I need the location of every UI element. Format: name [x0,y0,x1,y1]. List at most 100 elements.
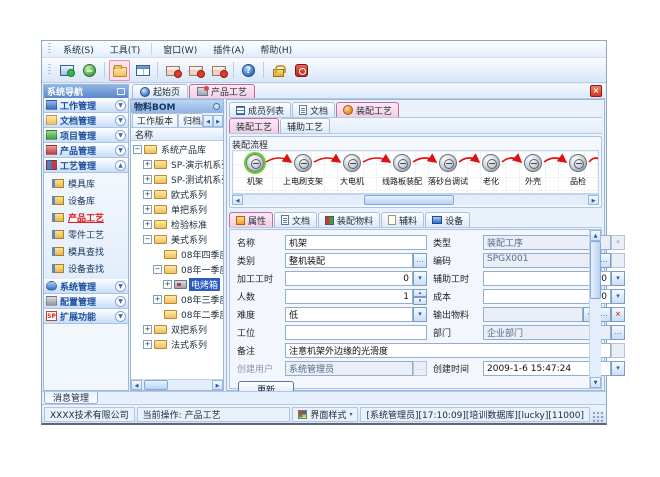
scroll-left-icon[interactable]: ◀ [131,380,142,390]
sidebar-item-product-process[interactable]: 产品工艺 [44,209,128,226]
menu-help[interactable]: 帮助(H) [252,41,300,58]
create-time-dropdown-icon[interactable]: ▾ [611,361,625,376]
resize-grip[interactable] [592,411,604,423]
collapse-icon[interactable]: − [143,235,152,244]
sidebar-section-extension[interactable]: SP扩展功能▼ [44,309,128,324]
pin-window-icon[interactable] [117,88,125,95]
tab-assembly-material[interactable]: 装配物料 [318,212,380,227]
flow-node[interactable]: 品检 [546,154,599,187]
sidebar-section-product[interactable]: 产品管理▼ [44,143,128,158]
tree-node[interactable]: −08年一季度 [131,262,223,277]
help-button[interactable]: ? [238,60,259,81]
subtab-auxiliary-process[interactable]: 辅助工艺 [280,118,330,133]
category-picker-button[interactable]: … [413,253,427,268]
tree-node[interactable]: +单把系列 [131,202,223,217]
work-hours-field[interactable] [285,271,413,286]
tree-node[interactable]: +SP-演示机系列 [131,157,223,172]
sidebar-item-part-process[interactable]: 零件工艺 [44,226,128,243]
tree-node[interactable]: +08年三季度 [131,292,223,307]
sidebar-section-project[interactable]: 项目管理▼ [44,128,128,143]
sidebar-item-mold-search[interactable]: 模具查找 [44,243,128,260]
tree-node-selected[interactable]: +电烤箱 [131,277,223,292]
collapse-icon[interactable]: − [153,265,162,274]
tab-archive-version[interactable]: 归档版本 [178,113,203,127]
menu-drag-handle[interactable] [48,43,51,55]
sidebar-item-equip-search[interactable]: 设备查找 [44,260,128,277]
spin-down-icon[interactable]: ▾ [413,297,427,305]
pushpin-icon[interactable] [213,103,220,110]
chevron-down-icon[interactable]: ▼ [115,145,126,156]
tree-node[interactable]: −系统产品库 [131,142,223,157]
sidebar-section-config[interactable]: 配置管理▼ [44,294,128,309]
chevron-down-icon[interactable]: ▼ [115,100,126,111]
cost-dropdown-icon[interactable]: ▾ [611,289,625,304]
scroll-right-icon[interactable]: ▶ [588,195,599,205]
sidebar-item-mold-lib[interactable]: 模具库 [44,175,128,192]
chevron-up-icon[interactable]: ▲ [115,160,126,171]
expand-icon[interactable]: + [143,340,152,349]
tree-node[interactable]: 08年四季度 [131,247,223,262]
sidebar-section-document[interactable]: 文档管理▼ [44,113,128,128]
system-settings-button[interactable] [56,60,77,81]
chevron-down-icon[interactable]: ▼ [115,130,126,141]
scroll-right-icon[interactable]: ▶ [212,380,223,390]
expand-icon[interactable]: + [143,220,152,229]
message-button-2[interactable] [185,60,206,81]
expand-icon[interactable]: + [143,325,152,334]
station-field[interactable] [285,325,427,340]
flow-canvas[interactable]: 机架 上电刷支架 大电机 线路板装配 落砂台调试 老化 外壳 品检 [232,150,599,194]
collapse-icon[interactable]: − [133,145,142,154]
work-hours-dropdown-icon[interactable]: ▾ [413,271,427,286]
tree-node[interactable]: +法式系列 [131,337,223,352]
code-extra-button[interactable] [611,253,625,268]
tab-product-process[interactable]: 产品工艺 [189,84,255,98]
menu-tools[interactable]: 工具(T) [102,41,149,58]
open-folder-button[interactable] [109,60,130,81]
aux-hours-dropdown-icon[interactable]: ▾ [611,271,625,286]
sidebar-section-process[interactable]: 工艺管理▲ [44,158,128,173]
tree-column-header[interactable]: 名称 [131,128,223,141]
toolbar-drag-handle[interactable] [48,64,51,76]
tab-equipment[interactable]: 设备 [425,212,470,227]
exit-button[interactable] [291,60,312,81]
tab-scroll-right-button[interactable]: ▶ [213,115,223,127]
chevron-down-icon[interactable]: ▼ [115,115,126,126]
scrollbar-thumb[interactable] [590,241,601,299]
scrollbar-thumb[interactable] [364,195,454,205]
expand-icon[interactable]: + [143,190,152,199]
sidebar-section-system[interactable]: 系统管理▼ [44,279,128,294]
clear-icon[interactable]: × [611,307,625,322]
tab-documents[interactable]: 文档 [292,102,335,117]
tab-node-documents[interactable]: 文档 [274,212,317,227]
category-field[interactable]: 整机装配 [285,253,413,268]
tree-node[interactable]: +欧式系列 [131,187,223,202]
subtab-assembly-process[interactable]: 装配工艺 [229,118,279,133]
people-field[interactable] [285,289,413,304]
tree-node[interactable]: +SP-测试机系列 [131,172,223,187]
tree-node[interactable]: −美式系列 [131,232,223,247]
tab-assembly-process[interactable]: 装配工艺 [336,102,399,117]
tree-node[interactable]: +检验标准 [131,217,223,232]
menu-system[interactable]: 系统(S) [55,41,102,58]
close-document-button[interactable]: × [590,85,602,97]
menu-window[interactable]: 窗口(W) [155,41,205,58]
expand-icon[interactable]: + [163,280,172,289]
window-layout-button[interactable] [132,60,153,81]
expand-icon[interactable]: + [143,175,152,184]
menu-plugins[interactable]: 插件(A) [205,41,252,58]
tab-attributes[interactable]: 属性 [229,212,273,227]
scroll-down-icon[interactable]: ▼ [590,377,601,388]
chevron-down-icon[interactable]: ▼ [115,296,126,307]
sidebar-item-equip-lib[interactable]: 设备库 [44,192,128,209]
tab-scroll-left-button[interactable]: ◀ [203,115,213,127]
spin-up-icon[interactable]: ▴ [413,289,427,297]
tab-member-list[interactable]: 成员列表 [229,102,291,117]
tab-start-page[interactable]: 起始页 [132,84,188,98]
expand-icon[interactable]: + [153,295,162,304]
tree-node[interactable]: 08年二季度 [131,307,223,322]
scrollbar-thumb[interactable] [144,380,168,390]
form-vertical-scrollbar[interactable]: ▲ ▼ [589,230,601,388]
message-button-1[interactable] [162,60,183,81]
chevron-down-icon[interactable]: ▼ [115,281,126,292]
scroll-left-icon[interactable]: ◀ [232,195,243,205]
